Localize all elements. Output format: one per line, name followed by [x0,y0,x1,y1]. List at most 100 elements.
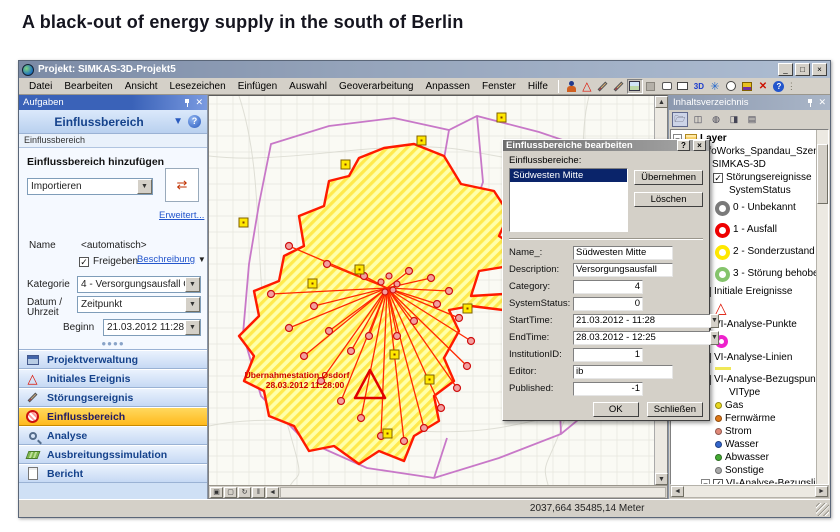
starttime-field[interactable] [573,313,710,328]
systemstatus-field[interactable] [573,296,643,311]
menu-einfuegen[interactable]: Einfügen [232,79,283,94]
warning-triangle-icon[interactable]: △ [579,79,595,94]
nav-ausbreitungssimulation[interactable]: Ausbreitungssimulation [19,445,207,464]
nav-einflussbereich[interactable]: Einflussbereich [19,407,207,426]
close-panel-icon[interactable]: ✕ [818,98,826,107]
scroll-up-icon[interactable]: ▲ [655,96,668,108]
menu-auswahl[interactable]: Auswahl [283,79,333,94]
nav-projektverwaltung[interactable]: Projektverwaltung [19,350,207,369]
dropdown-arrow-icon[interactable]: ▼ [185,297,200,312]
menu-datei[interactable]: Datei [23,79,58,94]
zeitpunkt-select[interactable]: Zeitpunkt ▼ [77,296,201,313]
panel-splitter[interactable]: ●●●● [101,339,124,348]
refresh-icon[interactable]: ↻ [238,486,251,498]
list-by-selection-icon[interactable]: ◨ [726,112,742,127]
kategorie-select[interactable]: 4 - Versorgungsausfall Gas ▼ [77,276,201,293]
dropdown-arrow-icon[interactable]: ▼ [185,277,200,292]
close-button[interactable]: × [812,63,827,76]
save-palette-icon[interactable] [739,79,755,94]
map-view[interactable]: Übernahmestation Osdorf 28.03.2012 11:28… [208,95,719,499]
checkbox-checked[interactable]: ✓ [713,172,723,183]
name-label: Name [29,240,56,251]
toc-vertical-scrollbar[interactable] [816,130,828,484]
delete-button[interactable]: Löschen [634,192,703,207]
map-frame-icon[interactable] [626,78,643,94]
list-by-drawing-order-icon[interactable]: 🗁 [672,112,688,127]
beschreibung-arrow-icon[interactable]: ▼ [198,255,206,264]
toc-horizontal-scrollbar[interactable]: ◄ ► [670,485,829,498]
nav-analyse[interactable]: Analyse [19,426,207,445]
tree-item-vi-analyse-bezugslinien[interactable]: − ✓ VI-Analyse-Bezugslinien [673,477,828,484]
scroll-left-icon[interactable]: ◄ [266,486,279,498]
dialog-close-icon[interactable]: × [693,140,706,151]
options-icon[interactable]: ▤ [744,112,760,127]
import-method-select[interactable]: Importieren ▼ [27,178,153,195]
collapse-icon[interactable]: − [701,479,710,484]
beginn-date-select[interactable]: 21.03.2012 11:28 ▼ [103,319,201,336]
remove-layer-icon[interactable]: ✕ [755,79,771,94]
ok-button[interactable]: OK [592,402,639,417]
pause-draw-icon[interactable]: ‖ [252,486,265,498]
data-view-icon[interactable]: ▣ [210,486,223,498]
menu-bearbeiten[interactable]: Bearbeiten [58,79,118,94]
beschreibung-link[interactable]: Beschreibung [137,254,195,265]
gear-icon[interactable]: ✳ [707,79,723,94]
callout-icon[interactable] [659,79,675,94]
nav-bericht[interactable]: Bericht [19,464,207,483]
scrollbar-thumb[interactable] [817,144,828,204]
nav-label: Einflussbereich [47,410,126,423]
menu-anpassen[interactable]: Anpassen [419,79,475,94]
dialog-titlebar[interactable]: Einflussbereiche bearbeiten ? × [503,140,709,151]
list-by-source-icon[interactable]: ◫ [690,112,706,127]
list-by-visibility-icon[interactable]: ◍ [708,112,724,127]
menu-hilfe[interactable]: Hilfe [522,79,554,94]
help-icon[interactable]: ? [771,79,787,94]
import-method-value: Importieren [31,181,82,192]
map-horizontal-scrollbar[interactable] [280,486,666,498]
chevron-down-icon[interactable]: ▼ [173,116,183,127]
advanced-link[interactable]: Erweitert... [159,210,204,221]
dropdown-arrow-icon[interactable]: ▼ [185,320,200,335]
menu-ansicht[interactable]: Ansicht [119,79,164,94]
dropdown-arrow-icon[interactable]: ▼ [710,330,719,345]
edit-event-icon[interactable] [595,79,611,94]
areas-listbox[interactable]: Südwesten Mitte [509,168,629,232]
pin-icon[interactable] [183,98,191,107]
area-list-item[interactable]: Südwesten Mitte [510,169,628,182]
3d-mode-icon[interactable]: 3D [691,79,707,94]
dialog-help-icon[interactable]: ? [677,140,690,151]
menu-geoverarbeitung[interactable]: Geoverarbeitung [333,79,420,94]
category-field[interactable] [573,279,643,294]
freigeben-checkbox[interactable]: ✓ [79,256,89,267]
resize-grip[interactable] [816,503,829,516]
close-panel-icon[interactable]: ✕ [195,98,203,107]
dropdown-arrow-icon[interactable]: ▼ [137,179,152,194]
viewport-icon[interactable] [675,79,691,94]
layout-view-icon[interactable]: ▢ [224,486,237,498]
minimize-button[interactable]: _ [778,63,793,76]
menu-lesezeichen[interactable]: Lesezeichen [164,79,232,94]
checkbox-checked[interactable]: ✓ [713,478,723,484]
name-field[interactable] [573,245,673,260]
scroll-down-icon[interactable]: ▼ [655,473,668,485]
nav-stoerungsereignis[interactable]: Störungsereignis [19,388,207,407]
menu-fenster[interactable]: Fenster [476,79,522,94]
edit-area-icon[interactable] [611,79,627,94]
tree-label: Initiale Ereignisse [714,285,793,297]
pin-icon[interactable] [806,98,814,107]
close-button-dialog[interactable]: Schließen [646,402,703,417]
scroll-left-icon[interactable]: ◄ [671,486,684,497]
person-icon[interactable] [563,79,579,94]
help-circle-icon[interactable]: ? [188,115,201,128]
institutionid-field[interactable] [573,347,643,362]
scroll-right-icon[interactable]: ► [815,486,828,497]
apply-button[interactable]: Übernehmen [634,170,703,185]
endtime-field[interactable] [573,330,710,345]
dropdown-arrow-icon[interactable]: ▼ [710,313,719,328]
history-clock-icon[interactable] [723,79,739,94]
description-field[interactable] [573,262,673,277]
editor-field[interactable] [573,364,673,379]
maximize-button[interactable]: □ [795,63,810,76]
published-field[interactable] [573,381,643,396]
nav-initiales-ereignis[interactable]: △ Initiales Ereignis [19,369,207,388]
